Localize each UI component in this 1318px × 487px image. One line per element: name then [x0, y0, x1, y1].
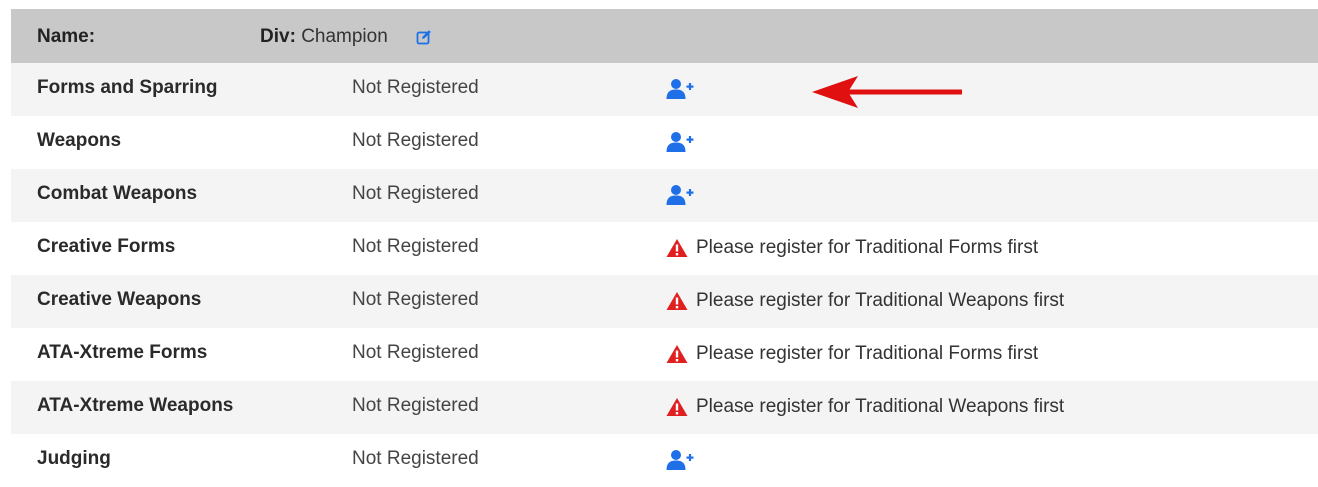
- row-action: [666, 75, 694, 103]
- division-label: Div:: [260, 26, 296, 47]
- division-field: Div: Champion: [260, 26, 388, 48]
- warning-message: Please register for Traditional Forms fi…: [696, 237, 1039, 258]
- event-name: Judging: [37, 448, 111, 469]
- event-name: ATA-Xtreme Weapons: [37, 395, 234, 416]
- registration-status: Not Registered: [352, 395, 479, 416]
- registration-status: Not Registered: [352, 342, 479, 363]
- warning-message: Please register for Traditional Weapons …: [696, 290, 1065, 311]
- row-action: [666, 128, 694, 156]
- warning-icon: [666, 344, 696, 364]
- event-name: Creative Forms: [37, 236, 176, 257]
- row-action: [666, 181, 694, 209]
- event-name: Forms and Sparring: [37, 77, 218, 98]
- event-name: Combat Weapons: [37, 183, 198, 204]
- table-row: ATA-Xtreme Forms Not Registered Please reg…: [11, 328, 1318, 381]
- table-row: Combat Weapons Not Registered: [11, 169, 1318, 222]
- event-name: Weapons: [37, 130, 122, 151]
- warning-icon: [666, 397, 696, 417]
- table-row: Judging Not Registered: [11, 434, 1318, 487]
- table-row: Creative Weapons Not Registered Please reg…: [11, 275, 1318, 328]
- registration-status: Not Registered: [352, 289, 479, 310]
- table-row: Forms and Sparring Not Registered: [11, 63, 1318, 116]
- warning-icon: [666, 291, 696, 311]
- prerequisite-warning: Please register for Traditional Weapons …: [666, 290, 1064, 312]
- edit-icon[interactable]: [416, 29, 432, 45]
- registration-header: Name: Div: Champion: [11, 9, 1318, 63]
- row-action: Please register for Traditional Weapons …: [666, 287, 1064, 315]
- prerequisite-warning: Please register for Traditional Forms fi…: [666, 237, 1038, 259]
- add-user-icon[interactable]: [666, 449, 694, 471]
- add-user-icon[interactable]: [666, 78, 694, 100]
- prerequisite-warning: Please register for Traditional Weapons …: [666, 396, 1064, 418]
- table-row: Creative Forms Not Registered Please regis…: [11, 222, 1318, 275]
- event-list: Forms and Sparring Not Registered Weapons N…: [11, 63, 1318, 487]
- row-action: Please register for Traditional Forms fi…: [666, 340, 1038, 368]
- warning-message: Please register for Traditional Forms fi…: [696, 343, 1039, 364]
- red-arrow-icon: [812, 76, 962, 108]
- registration-status: Not Registered: [352, 130, 479, 151]
- name-label: Name:: [37, 26, 96, 47]
- event-name: ATA-Xtreme Forms: [37, 342, 208, 363]
- row-action: [666, 446, 694, 474]
- warning-message: Please register for Traditional Weapons …: [696, 396, 1065, 417]
- registration-status: Not Registered: [352, 236, 479, 257]
- table-row: Weapons Not Registered: [11, 116, 1318, 169]
- registration-status: Not Registered: [352, 77, 479, 98]
- table-row: ATA-Xtreme Weapons Not Registered Please r…: [11, 381, 1318, 434]
- registration-status: Not Registered: [352, 448, 479, 469]
- division-value: Champion: [301, 26, 388, 47]
- warning-icon: [666, 238, 696, 258]
- registration-status: Not Registered: [352, 183, 479, 204]
- event-name: Creative Weapons: [37, 289, 202, 310]
- registration-panel: Name: Div: Champion Forms and Sparring No…: [11, 9, 1318, 487]
- prerequisite-warning: Please register for Traditional Forms fi…: [666, 343, 1038, 365]
- row-action: Please register for Traditional Weapons …: [666, 393, 1064, 421]
- row-action: Please register for Traditional Forms fi…: [666, 234, 1038, 262]
- add-user-icon[interactable]: [666, 131, 694, 153]
- add-user-icon[interactable]: [666, 184, 694, 206]
